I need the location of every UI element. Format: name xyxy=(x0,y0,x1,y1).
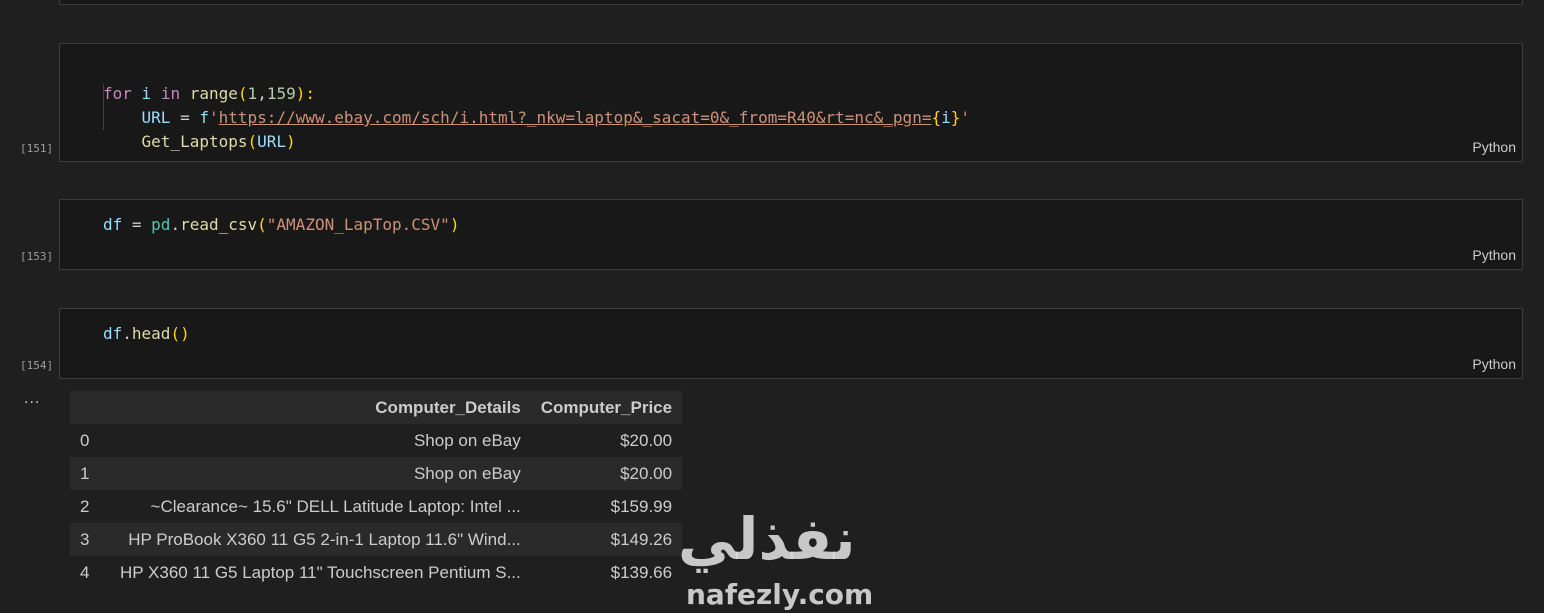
url-link[interactable]: https://www.ebay.com/sch/i.html?_nkw=lap… xyxy=(219,108,932,127)
output-more-actions-button[interactable]: ... xyxy=(24,390,40,408)
row-price: $20.00 xyxy=(620,430,673,450)
row-details: ~Clearance~ 15.6" DELL Latitude Laptop: … xyxy=(150,496,521,516)
code-cell-153[interactable]: df = pd.read_csv("AMAZON_LapTop.CSV") Py… xyxy=(59,199,1523,270)
code-cell-151[interactable]: for i in range(1,159): URL = f'https://w… xyxy=(59,43,1523,162)
row-price: $20.00 xyxy=(530,457,683,490)
table-row: 0 Shop on eBay $20.00 xyxy=(70,424,682,457)
column-header-details: Computer_Details xyxy=(110,391,531,424)
table-row: 2 ~Clearance~ 15.6" DELL Latitude Laptop… xyxy=(70,490,682,523)
row-index: 3 xyxy=(70,523,110,556)
code-line-1: df.head() xyxy=(103,324,190,343)
watermark-logo-latin: nafezly.com xyxy=(686,578,874,611)
execution-count: [153] xyxy=(20,250,54,263)
code-editor[interactable]: for i in range(1,159): URL = f'https://w… xyxy=(103,58,970,154)
row-price: $149.26 xyxy=(530,523,683,556)
code-line-2: URL = f'https://www.ebay.com/sch/i.html?… xyxy=(141,108,971,127)
language-label[interactable]: Python xyxy=(1472,139,1516,155)
row-details: Shop on eBay xyxy=(413,430,521,450)
row-index: 4 xyxy=(80,562,90,582)
row-index: 2 xyxy=(80,496,90,516)
dataframe-output-table: Computer_Details Computer_Price 0 Shop o… xyxy=(70,391,683,589)
table-header-row: Computer_Details Computer_Price xyxy=(70,391,683,424)
column-header-index xyxy=(70,391,110,424)
code-editor[interactable]: df = pd.read_csv("AMAZON_LapTop.CSV") xyxy=(103,213,459,237)
row-details: HP ProBook X360 11 G5 2-in-1 Laptop 11.6… xyxy=(110,523,531,556)
table-row: 3 HP ProBook X360 11 G5 2-in-1 Laptop 11… xyxy=(70,523,683,556)
column-header-price: Computer_Price xyxy=(530,391,683,424)
indent-guide xyxy=(103,84,104,130)
code-cell-154[interactable]: df.head() Python xyxy=(59,308,1523,379)
code-editor[interactable]: df.head() xyxy=(103,322,190,346)
row-price: $139.66 xyxy=(610,562,673,582)
code-line-3: Get_Laptops(URL) xyxy=(141,132,296,151)
language-label[interactable]: Python xyxy=(1472,247,1516,263)
table-row: 1 Shop on eBay $20.00 xyxy=(70,457,683,490)
table-row: 4 HP X360 11 G5 Laptop 11" Touchscreen P… xyxy=(70,556,682,589)
watermark-logo-arabic: نفذلي xyxy=(678,505,856,573)
language-label[interactable]: Python xyxy=(1472,356,1516,372)
code-line-1: df = pd.read_csv("AMAZON_LapTop.CSV") xyxy=(103,215,460,234)
row-price: $159.99 xyxy=(610,496,673,516)
row-index: 0 xyxy=(80,430,90,450)
row-index: 1 xyxy=(70,457,110,490)
row-details: Shop on eBay xyxy=(110,457,531,490)
execution-count: [151] xyxy=(20,142,54,155)
code-line-1: for i in range(1,159): xyxy=(103,84,315,103)
execution-count: [154] xyxy=(20,359,54,372)
row-details: HP X360 11 G5 Laptop 11" Touchscreen Pen… xyxy=(120,562,521,582)
previous-cell[interactable] xyxy=(59,0,1523,5)
